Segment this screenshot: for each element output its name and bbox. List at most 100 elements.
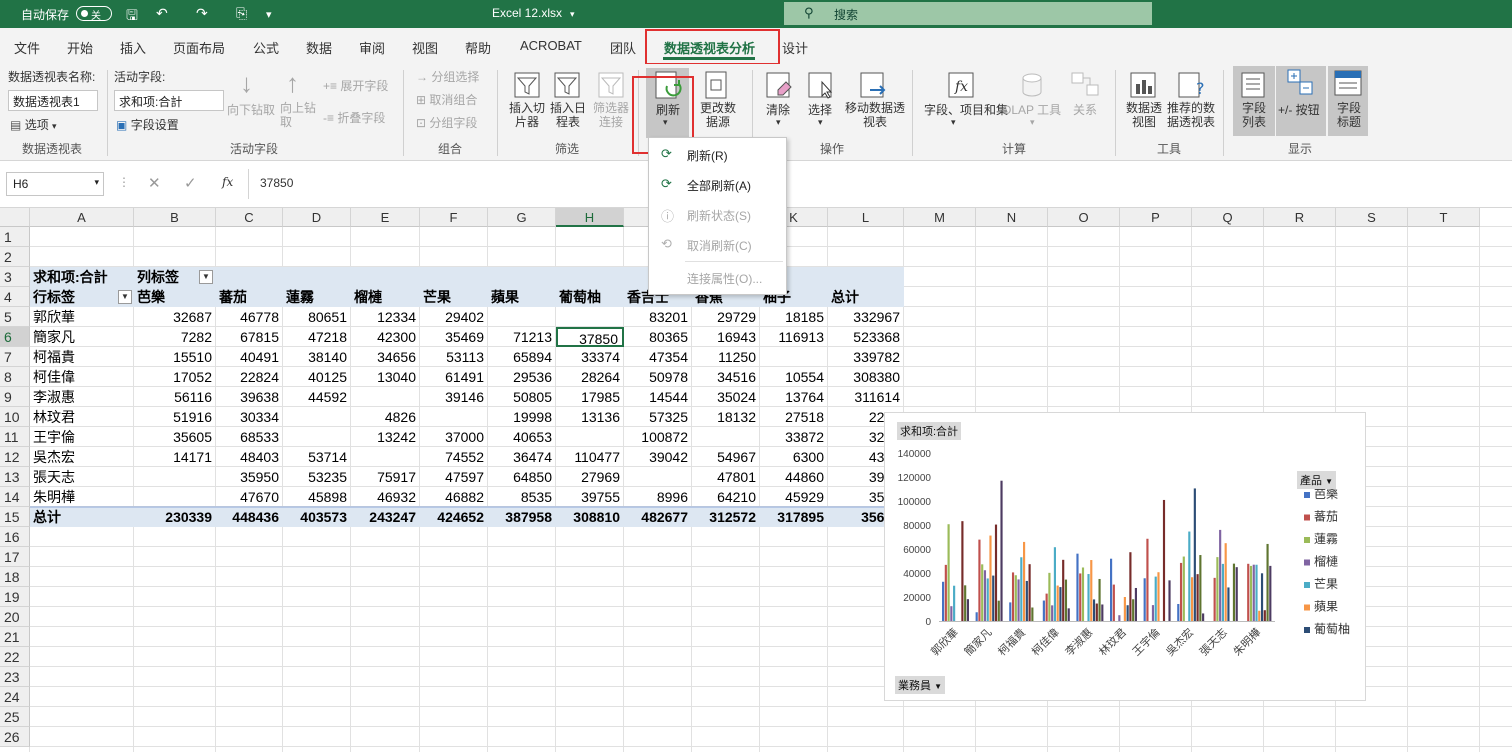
row-header-17[interactable]: 17 [0,547,30,567]
search-box[interactable]: ⚲ 搜索 [784,2,1152,25]
pivot-value-cell[interactable]: 332967 [828,307,904,327]
row-header-11[interactable]: 11 [0,427,30,447]
formula-input[interactable]: 37850 [260,176,293,190]
redo-icon[interactable]: ↷ [196,5,208,22]
pivot-value-cell[interactable]: 35024 [692,387,760,407]
column-header-R[interactable]: R [1264,208,1336,227]
pivot-value-cell[interactable] [556,427,624,447]
select-all-corner[interactable] [0,208,30,227]
menu-item-refresh[interactable]: 刷新(R) [687,147,728,164]
pivot-value-cell[interactable]: 42300 [351,327,420,347]
row-header-9[interactable]: 9 [0,387,30,407]
fields-items-sets-button[interactable]: 字段、项目和集 [924,101,1008,118]
name-box[interactable]: H6 ▾ [6,172,104,196]
pivot-value-cell[interactable]: 47670 [216,487,283,507]
pivot-column-header[interactable]: 芒果 [420,287,488,307]
pivot-value-cell[interactable]: 64850 [488,467,556,487]
pivot-value-cell[interactable] [283,407,351,427]
pivot-value-cell[interactable]: 28264 [556,367,624,387]
chart-axis-field-button[interactable]: 業務員 ▼ [895,676,945,694]
pivot-value-cell[interactable]: 19998 [488,407,556,427]
pivot-row-label[interactable]: 林玟君 [30,407,134,427]
enter-icon[interactable]: ✓ [184,174,197,192]
row-header-3[interactable]: 3 [0,267,30,287]
menu-item-connection-properties[interactable]: 连接属性(O)... [687,270,762,287]
pivot-value-cell[interactable]: 311614 [828,387,904,407]
pivot-value-cell[interactable]: 22824 [216,367,283,387]
pivot-row-label[interactable]: 郭欣華 [30,307,134,327]
pivot-value-cell[interactable]: 29536 [488,367,556,387]
pivot-value-cell[interactable]: 27518 [760,407,828,427]
pivot-value-cell[interactable]: 64210 [692,487,760,507]
row-header-19[interactable]: 19 [0,587,30,607]
active-field-input[interactable]: 求和项:合計 [114,90,224,111]
row-header-22[interactable]: 22 [0,647,30,667]
pivot-value-cell[interactable]: 39146 [420,387,488,407]
pivot-value-cell[interactable]: 38140 [283,347,351,367]
pivot-value-cell[interactable]: 17985 [556,387,624,407]
row-header-6[interactable]: 6 [0,327,30,347]
pivot-value-cell[interactable]: 27969 [556,467,624,487]
pivot-value-cell[interactable]: 68533 [216,427,283,447]
row-header-16[interactable]: 16 [0,527,30,547]
pivot-value-cell[interactable]: 18132 [692,407,760,427]
pivot-value-cell[interactable]: 16943 [692,327,760,347]
pivot-grand-total-cell[interactable]: 424652 [420,507,488,527]
row-header-5[interactable]: 5 [0,307,30,327]
tab-data[interactable]: 数据 [306,38,332,57]
pivot-value-cell[interactable]: 47218 [283,327,351,347]
tab-file[interactable]: 文件 [14,38,40,57]
column-header-N[interactable]: N [976,208,1048,227]
pivot-value-cell[interactable] [692,427,760,447]
tab-team[interactable]: 团队 [610,38,636,57]
pivot-value-cell[interactable]: 13242 [351,427,420,447]
pivot-value-cell[interactable]: 8996 [624,487,692,507]
pivot-value-cell[interactable]: 51916 [134,407,216,427]
column-header-O[interactable]: O [1048,208,1120,227]
pivot-value-cell[interactable]: 57325 [624,407,692,427]
row-filter-dropdown-icon[interactable]: ▼ [118,290,132,304]
pivot-value-cell[interactable]: 12334 [351,307,420,327]
pivot-value-cell[interactable]: 44592 [283,387,351,407]
pivot-value-cell[interactable]: 40653 [488,427,556,447]
pivot-value-cell[interactable]: 13136 [556,407,624,427]
pivot-value-cell[interactable]: 54967 [692,447,760,467]
pivot-grand-total-label[interactable]: 总计 [30,507,134,527]
row-header-24[interactable]: 24 [0,687,30,707]
pivot-value-cell[interactable]: 30334 [216,407,283,427]
row-header-20[interactable]: 20 [0,607,30,627]
pivot-row-label[interactable]: 柯福貴 [30,347,134,367]
tab-page-layout[interactable]: 页面布局 [173,38,225,57]
save-icon[interactable]: 🖫 [126,5,138,29]
pivot-grand-total-cell[interactable]: 308810 [556,507,624,527]
recommended-pivot-button[interactable]: 推荐的数据透视表 [1164,101,1218,129]
pivot-row-label[interactable]: 柯佳偉 [30,367,134,387]
filter-connections-button[interactable]: 筛选器连接 [591,101,631,129]
column-header-A[interactable]: A [30,208,134,227]
row-header-26[interactable]: 26 [0,727,30,747]
pivot-grand-total-cell[interactable]: 317895 [760,507,828,527]
pivot-value-cell[interactable]: 100872 [624,427,692,447]
pivot-value-cell[interactable]: 47801 [692,467,760,487]
pivot-grand-total-cell[interactable]: 312572 [692,507,760,527]
column-header-L[interactable]: L [828,208,904,227]
expand-field-button[interactable]: +≡ 展开字段 [323,77,388,94]
pivot-value-cell[interactable]: 46882 [420,487,488,507]
row-header-23[interactable]: 23 [0,667,30,687]
pivot-value-cell[interactable]: 7282 [134,327,216,347]
ungroup-button[interactable]: ⊞ 取消组合 [416,91,477,108]
pivot-value-cell[interactable]: 110477 [556,447,624,467]
pivot-column-header[interactable]: 芭樂 [134,287,216,307]
pivot-column-header[interactable]: 蕃茄 [216,287,283,307]
pivot-value-cell[interactable] [556,307,624,327]
pivot-value-cell[interactable]: 61491 [420,367,488,387]
pivot-value-cell[interactable]: 40491 [216,347,283,367]
pivot-value-cell[interactable] [351,387,420,407]
pivot-value-cell[interactable]: 11250 [692,347,760,367]
tab-insert[interactable]: 插入 [120,38,146,57]
olap-tools-button[interactable]: OLAP 工具 [1002,101,1061,118]
pivot-value-cell[interactable]: 13040 [351,367,420,387]
pivot-row-label[interactable]: 王宇倫 [30,427,134,447]
move-pivot-button[interactable]: 移动数据透视表 [843,101,907,129]
file-menu-chevron-icon[interactable]: ▾ [570,9,575,20]
